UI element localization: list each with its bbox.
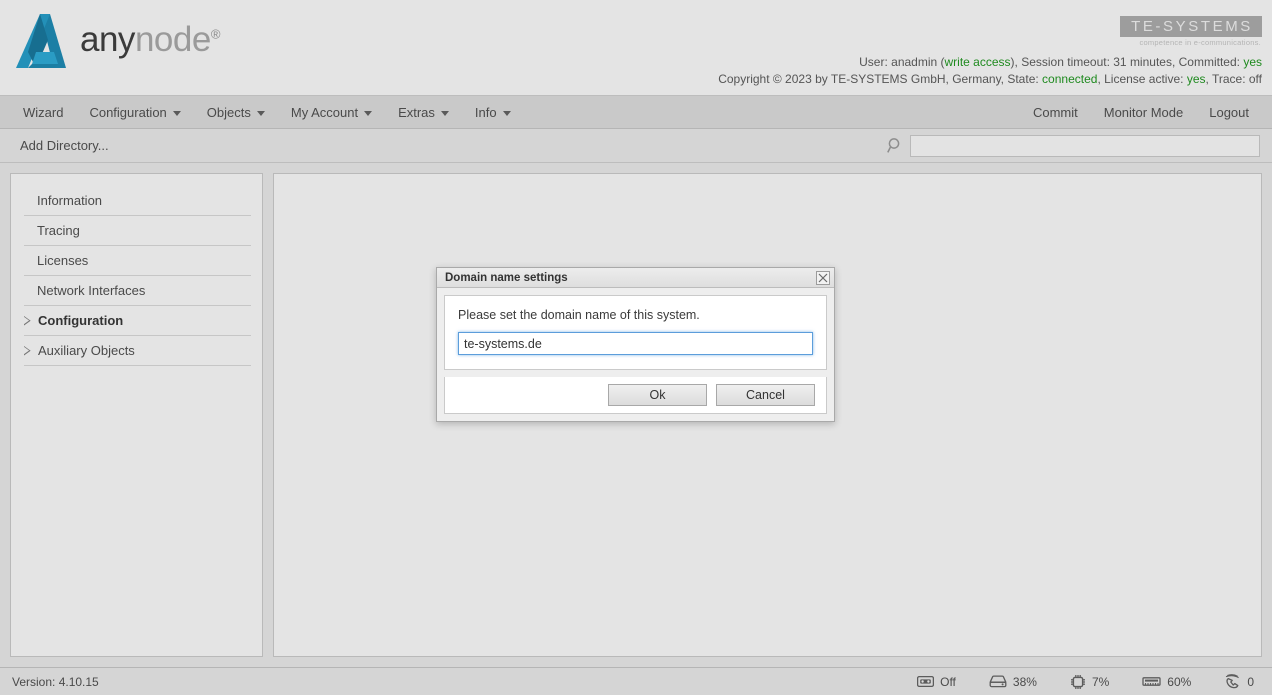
status-metric-memory: 60% [1142, 675, 1191, 689]
menu-item-commit-label: Commit [1033, 105, 1078, 120]
version-label: Version: 4.10.15 [12, 675, 99, 689]
sidebar-item-auxiliary-objects-label: Auxiliary Objects [38, 343, 135, 358]
ok-button[interactable]: Ok [608, 384, 707, 406]
menu-item-configuration-label: Configuration [89, 105, 166, 120]
wordmark-node: node [135, 20, 211, 59]
sidebar-item-tracing-label: Tracing [37, 223, 80, 238]
menu-left-group: Wizard Configuration Objects My Account … [10, 99, 524, 126]
main-menu-bar: Wizard Configuration Objects My Account … [0, 96, 1272, 129]
menu-item-monitor-mode-label: Monitor Mode [1104, 105, 1183, 120]
te-systems-name: TE-SYSTEMS [1120, 16, 1262, 37]
menu-item-wizard-label: Wizard [23, 105, 63, 120]
anynode-logo-icon [14, 12, 76, 72]
dialog-title: Domain name settings [445, 272, 816, 284]
domain-name-input[interactable] [458, 332, 813, 355]
status-bar: Version: 4.10.15 Off 38% [0, 667, 1272, 695]
session-info: User: anadmin (write access), Session ti… [718, 54, 1262, 88]
domain-name-settings-dialog: Domain name settings Please set the doma… [436, 267, 835, 422]
cpu-icon [1070, 674, 1086, 690]
status-metric-calls-value: 0 [1247, 675, 1254, 689]
status-metric-cpu: 7% [1070, 674, 1109, 690]
menu-item-extras-label: Extras [398, 105, 435, 120]
menu-item-info[interactable]: Info [462, 99, 524, 126]
sidebar-item-licenses-label: Licenses [37, 253, 88, 268]
domain-name-prompt: Please set the domain name of this syste… [458, 308, 813, 322]
sidebar-item-information[interactable]: Information [24, 186, 251, 216]
search-icon [887, 137, 904, 154]
chevron-right-icon[interactable] [24, 316, 31, 326]
dialog-footer: Ok Cancel [444, 377, 827, 414]
license-prefix: , License active: [1097, 72, 1186, 86]
close-icon[interactable] [816, 271, 830, 285]
sidebar-item-network-interfaces-label: Network Interfaces [37, 283, 145, 298]
menu-item-objects-label: Objects [207, 105, 251, 120]
sidebar-item-licenses[interactable]: Licenses [24, 246, 251, 276]
memory-icon [1142, 675, 1161, 688]
close-glyph [818, 273, 828, 283]
calls-icon [1224, 674, 1241, 689]
license-value: yes [1187, 72, 1206, 86]
chevron-down-icon [441, 111, 449, 116]
disk-icon [989, 675, 1007, 688]
menu-item-monitor-mode[interactable]: Monitor Mode [1091, 99, 1196, 126]
session-timeout-text: ), Session timeout: 31 minutes, Committe… [1011, 55, 1244, 69]
dialog-titlebar: Domain name settings [437, 268, 834, 288]
menu-item-extras[interactable]: Extras [385, 99, 462, 126]
action-toolbar: Add Directory... [0, 129, 1272, 163]
sidebar-item-network-interfaces[interactable]: Network Interfaces [24, 276, 251, 306]
status-metric-recorder-value: Off [940, 675, 956, 689]
menu-item-my-account-label: My Account [291, 105, 358, 120]
write-access-badge: write access [945, 55, 1011, 69]
dialog-form-section: Please set the domain name of this syste… [444, 295, 827, 370]
cancel-button[interactable]: Cancel [716, 384, 815, 406]
sidebar-item-configuration-label: Configuration [38, 313, 123, 328]
search-input[interactable] [910, 135, 1260, 157]
status-metric-memory-value: 60% [1167, 675, 1191, 689]
recorder-icon [917, 675, 934, 688]
status-metric-calls: 0 [1224, 674, 1254, 689]
chevron-down-icon [173, 111, 181, 116]
menu-item-wizard[interactable]: Wizard [10, 99, 76, 126]
wordmark-any: any [80, 20, 135, 59]
committed-value: yes [1243, 55, 1262, 69]
sidebar-item-configuration[interactable]: Configuration [24, 306, 251, 336]
navigation-sidebar: Information Tracing Licenses Network Int… [10, 173, 263, 657]
dialog-body: Please set the domain name of this syste… [437, 288, 834, 421]
status-metric-cpu-value: 7% [1092, 675, 1109, 689]
chevron-down-icon [257, 111, 265, 116]
menu-right-group: Commit Monitor Mode Logout [1020, 99, 1262, 126]
session-info-line-2: Copyright © 2023 by TE-SYSTEMS GmbH, Ger… [718, 71, 1262, 88]
copyright-text: Copyright © 2023 by TE-SYSTEMS GmbH, Ger… [718, 72, 1042, 86]
anynode-wordmark: anynode® [80, 20, 220, 60]
menu-item-logout[interactable]: Logout [1196, 99, 1262, 126]
registered-mark: ® [211, 26, 220, 41]
status-metric-recorder: Off [917, 675, 956, 689]
search-area [887, 135, 1260, 157]
user-prefix: User: anadmin ( [859, 55, 944, 69]
sidebar-item-information-label: Information [37, 193, 102, 208]
sidebar-item-auxiliary-objects[interactable]: Auxiliary Objects [24, 336, 251, 366]
chevron-right-icon[interactable] [24, 346, 31, 356]
anynode-logo: anynode® [14, 12, 220, 72]
status-metric-disk: 38% [989, 675, 1037, 689]
menu-item-objects[interactable]: Objects [194, 99, 278, 126]
chevron-down-icon [503, 111, 511, 116]
trace-value: , Trace: off [1206, 72, 1262, 86]
sidebar-item-tracing[interactable]: Tracing [24, 216, 251, 246]
add-directory-button[interactable]: Add Directory... [12, 134, 117, 157]
menu-item-info-label: Info [475, 105, 497, 120]
chevron-down-icon [364, 111, 372, 116]
menu-item-my-account[interactable]: My Account [278, 99, 385, 126]
session-info-line-1: User: anadmin (write access), Session ti… [718, 54, 1262, 71]
menu-item-configuration[interactable]: Configuration [76, 99, 193, 126]
status-metrics: Off 38% [917, 674, 1254, 690]
state-value: connected [1042, 72, 1097, 86]
te-systems-logo: TE-SYSTEMS competence in e-communication… [1120, 16, 1262, 47]
status-metric-disk-value: 38% [1013, 675, 1037, 689]
application-window: anynode® TE-SYSTEMS competence in e-comm… [0, 0, 1272, 695]
menu-item-commit[interactable]: Commit [1020, 99, 1091, 126]
te-systems-tagline: competence in e-communications. [1120, 38, 1262, 47]
menu-item-logout-label: Logout [1209, 105, 1249, 120]
app-header: anynode® TE-SYSTEMS competence in e-comm… [0, 0, 1272, 96]
